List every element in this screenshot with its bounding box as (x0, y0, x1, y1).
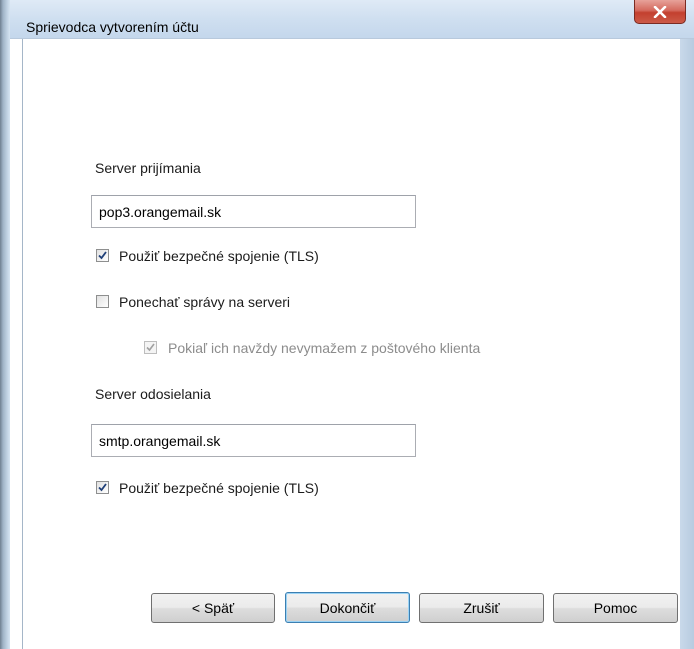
until-delete-checkbox (144, 341, 157, 354)
account-wizard-window: Sprievodca vytvorením účtu Server prijím… (0, 0, 694, 649)
outgoing-tls-label[interactable]: Použiť bezpečné spojenie (TLS) (119, 480, 319, 496)
checkmark-icon (98, 483, 107, 492)
window-frame-left (0, 0, 10, 649)
finish-button[interactable]: Dokončiť (285, 592, 410, 623)
until-delete-label: Pokiaľ ich navždy nevymažem z poštového … (168, 340, 481, 356)
checkmark-icon (146, 343, 155, 352)
incoming-server-label: Server prijímania (95, 160, 201, 176)
checkmark-icon (98, 251, 107, 260)
outgoing-server-input[interactable] (91, 424, 416, 457)
incoming-server-input[interactable] (91, 195, 416, 228)
incoming-tls-checkbox[interactable] (96, 249, 109, 262)
close-button[interactable] (634, 0, 686, 24)
back-button[interactable]: < Späť (151, 593, 275, 623)
wizard-content: Server prijímania Použiť bezpečné spojen… (22, 39, 680, 649)
outgoing-server-label: Server odosielania (95, 386, 211, 402)
window-frame-right (680, 39, 694, 649)
title-bar[interactable]: Sprievodca vytvorením účtu (10, 0, 694, 39)
incoming-tls-label[interactable]: Použiť bezpečné spojenie (TLS) (119, 248, 319, 264)
cancel-button[interactable]: Zrušiť (419, 593, 544, 623)
leave-on-server-label[interactable]: Ponechať správy na serveri (119, 294, 290, 310)
leave-on-server-checkbox[interactable] (96, 295, 109, 308)
help-button[interactable]: Pomoc (553, 593, 678, 623)
close-icon (653, 5, 667, 18)
window-title: Sprievodca vytvorením účtu (26, 19, 199, 35)
outgoing-tls-checkbox[interactable] (96, 481, 109, 494)
